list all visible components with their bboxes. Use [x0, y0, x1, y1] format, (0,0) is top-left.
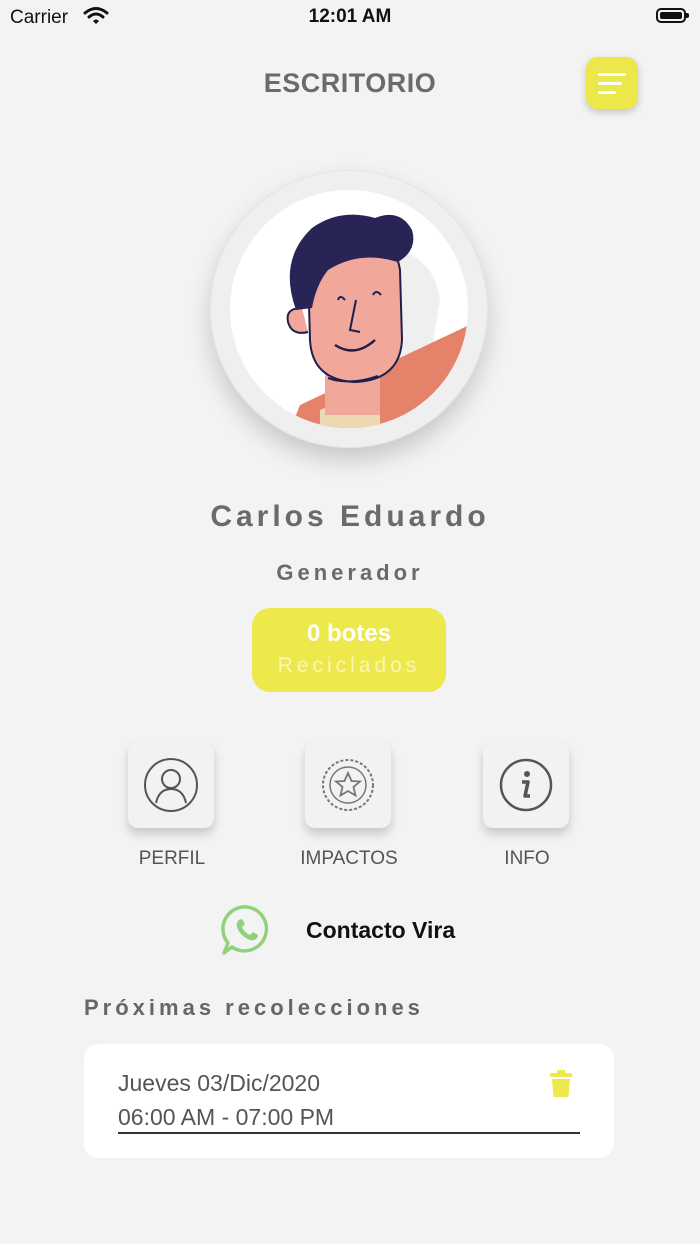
user-name: Carlos Eduardo — [210, 500, 490, 533]
menu-button[interactable] — [586, 57, 638, 109]
perfil-label: PERFIL — [138, 848, 206, 869]
user-role: Generador — [276, 560, 424, 585]
perfil-button[interactable]: PERFIL — [128, 742, 216, 869]
info-tile[interactable] — [483, 742, 569, 828]
impactos-tile[interactable] — [305, 742, 391, 828]
upcoming-title: Próximas recolecciones — [84, 995, 424, 1020]
recycled-label: Reciclados — [277, 654, 421, 677]
info-icon — [499, 758, 553, 812]
collection-time: 06:00 AM - 07:00 PM — [118, 1104, 335, 1130]
perfil-tile[interactable] — [128, 742, 214, 828]
whatsapp-icon — [221, 905, 269, 955]
recycled-count: 0 botes — [306, 620, 392, 647]
status-bar: Carrier 12:01 AM — [0, 0, 700, 36]
collection-underline — [118, 1132, 580, 1134]
info-label: INFO — [504, 848, 550, 869]
battery-icon — [656, 8, 689, 23]
impactos-label: IMPACTOS — [300, 848, 398, 869]
profile-avatar[interactable] — [210, 170, 488, 448]
collection-card[interactable]: Jueves 03/Dic/2020 06:00 AM - 07:00 PM — [84, 1044, 614, 1158]
collection-date: Jueves 03/Dic/2020 — [118, 1070, 321, 1096]
info-button[interactable]: INFO — [483, 742, 571, 869]
impactos-button[interactable]: IMPACTOS — [300, 742, 398, 869]
user-icon — [144, 758, 198, 812]
contact-label: Contacto Vira — [306, 917, 456, 943]
recycled-badge: 0 botes Reciclados — [252, 608, 446, 692]
status-time: 12:01 AM — [308, 6, 392, 27]
trash-icon[interactable] — [550, 1070, 572, 1098]
star-badge-icon — [322, 759, 374, 811]
avatar-illustration — [230, 190, 468, 428]
contact-vira-button[interactable]: Contacto Vira — [220, 903, 520, 957]
